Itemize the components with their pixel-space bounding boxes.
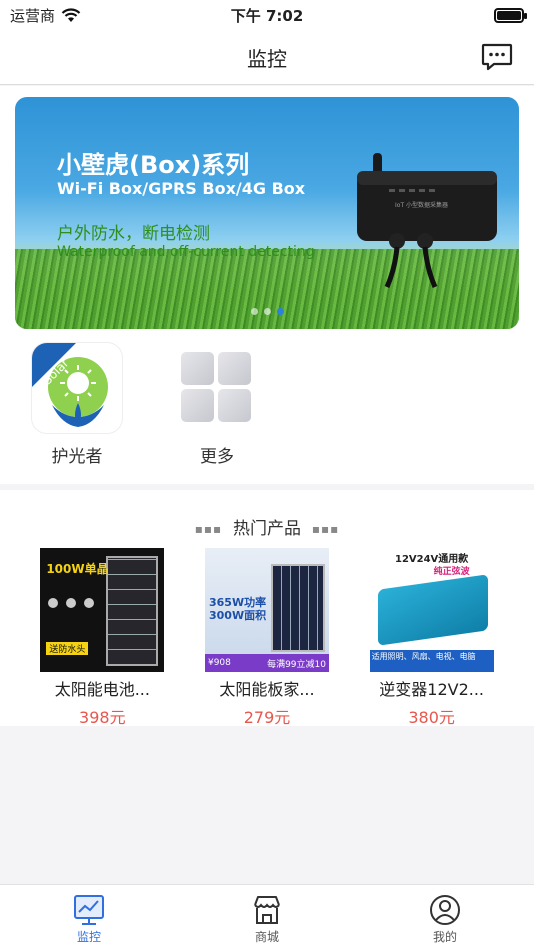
banner-tagline: 户外防水，断电检测: [57, 224, 210, 244]
product-img-text: 纯正弦波: [433, 567, 470, 577]
product-card[interactable]: 100W单晶 送防水头 太阳能电池... 398元: [40, 548, 165, 728]
banner-tagline-en: Waterproof and off-current detecting: [57, 244, 315, 260]
solar-guardian-logo: Solar: [31, 342, 123, 434]
product-name: 太阳能电池...: [54, 680, 150, 699]
product-name: 逆变器12V2...: [379, 680, 485, 699]
product-price: 279元: [243, 708, 291, 727]
product-img-text: 适用照明、风扇、电视、电脑: [369, 650, 494, 672]
status-bar: 运营商 下午 7:02: [0, 0, 534, 30]
store-icon: [254, 896, 280, 924]
carousel-dot-active[interactable]: [276, 308, 284, 315]
page-title: 监控: [247, 46, 287, 71]
tab-label: 我的: [432, 930, 457, 944]
hot-products-title: 热门产品: [233, 519, 301, 539]
decorative-mark: ▪▪▪: [194, 522, 223, 536]
banner-carousel[interactable]: 小壁虎(Box)系列 Wi-Fi Box/GPRS Box/4G Box 户外防…: [15, 97, 519, 329]
product-card[interactable]: 12V24V通用款 纯正弦波 适用照明、风扇、电视、电脑 逆变器12V2... …: [369, 548, 494, 728]
product-price: 380元: [408, 708, 455, 727]
carousel-indicator: [15, 308, 519, 315]
product-img-badge: 送防水头: [46, 642, 89, 655]
profile-icon: [430, 895, 460, 925]
carousel-dot[interactable]: [250, 308, 258, 315]
solar-guardian-logo-image: Solar: [32, 343, 108, 427]
monitor-icon: [74, 895, 104, 925]
app-shortcuts: Solar 护光者 更多: [30, 342, 264, 467]
product-card[interactable]: 365W功率 300W面积 ¥908 每满99立减10 太阳能板家... 279…: [204, 548, 329, 728]
app-label: 护光者: [51, 447, 103, 467]
product-image-solar-panel-home: 365W功率 300W面积 ¥908 每满99立减10: [204, 548, 329, 672]
tab-store[interactable]: 商城: [217, 885, 317, 950]
banner-subtitle: Wi-Fi Box/GPRS Box/4G Box: [57, 179, 306, 198]
tab-label: 监控: [76, 930, 101, 944]
product-price: 398元: [79, 708, 126, 727]
product-name: 太阳能板家...: [219, 680, 315, 699]
carousel-dot[interactable]: [263, 308, 271, 315]
product-img-price: ¥908: [207, 658, 231, 668]
product-list: 100W单晶 送防水头 太阳能电池... 398元 365W功率 300W面积: [0, 548, 534, 728]
tab-label: 商城: [254, 930, 279, 944]
app-solar-guardian[interactable]: Solar 护光者: [30, 342, 124, 467]
decorative-mark: ▪▪▪: [311, 522, 340, 536]
tab-monitor[interactable]: 监控: [39, 885, 139, 950]
more-grid-icon: [171, 342, 263, 434]
iot-box-device-image: IoT 小型数据采集器: [357, 153, 497, 289]
product-img-promo: 每满99立减10: [267, 659, 326, 670]
top-section: 小壁虎(Box)系列 Wi-Fi Box/GPRS Box/4G Box 户外防…: [0, 86, 534, 484]
nav-bar: 监控: [0, 30, 534, 85]
tab-profile[interactable]: 我的: [395, 885, 495, 950]
product-img-text: 12V24V通用款: [394, 554, 469, 565]
message-icon[interactable]: [480, 40, 514, 74]
banner-title: 小壁虎(Box)系列: [57, 151, 250, 179]
device-label: IoT 小型数据采集器: [395, 201, 448, 209]
hot-products-section: ▪▪▪ 热门产品 ▪▪▪ 100W单晶 送防水头 太阳能电池... 398元 3…: [0, 490, 534, 728]
product-img-text: 300W面积: [208, 609, 267, 622]
product-img-text: 365W功率: [208, 596, 267, 609]
product-img-text: 100W单晶: [46, 562, 109, 576]
wifi-icon: [61, 7, 81, 22]
hot-products-header: ▪▪▪ 热门产品 ▪▪▪: [0, 514, 534, 539]
status-time: 下午 7:02: [230, 6, 304, 25]
app-more[interactable]: 更多: [170, 342, 264, 467]
product-image-solar-panel-100w: 100W单晶 送防水头: [40, 548, 165, 672]
status-left: 运营商: [10, 5, 81, 26]
battery-icon: [494, 7, 527, 23]
tab-bar: 监控 商城 我的: [0, 884, 534, 950]
app-label: 更多: [200, 447, 234, 467]
carrier-label: 运营商: [10, 6, 56, 25]
product-image-inverter: 12V24V通用款 纯正弦波 适用照明、风扇、电视、电脑: [369, 548, 494, 672]
